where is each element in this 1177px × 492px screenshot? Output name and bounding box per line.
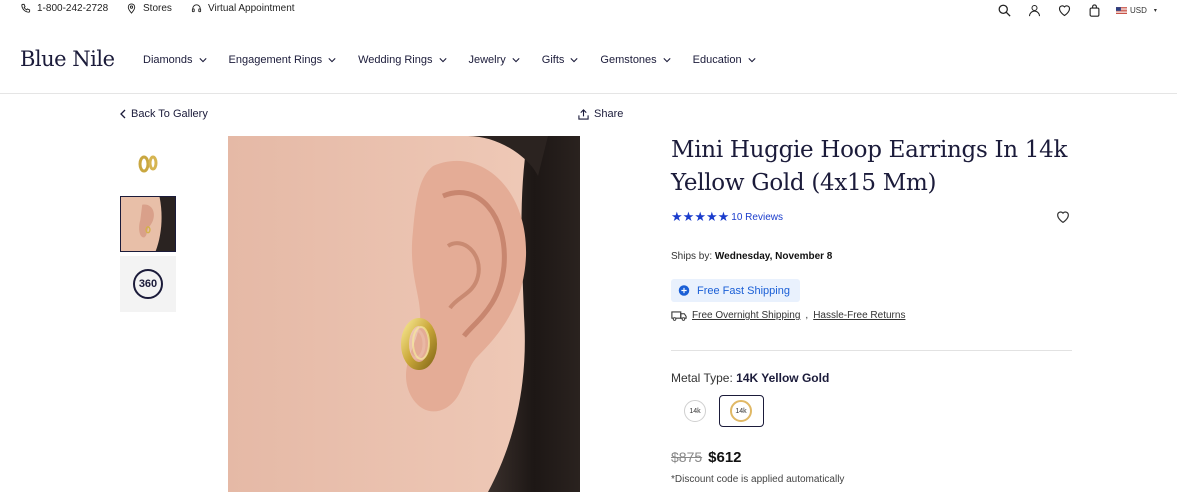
star-icon: ★ [705,209,718,224]
chevron-down-icon [748,58,756,63]
nav-item-diamonds[interactable]: Diamonds [143,54,207,66]
brand-logo[interactable]: Blue Nile [20,47,115,71]
phone-number: 1-800-242-2728 [37,3,109,14]
back-to-gallery-link[interactable]: Back To Gallery [120,108,208,120]
free-shipping-label: Free Fast Shipping [697,284,790,297]
nav-item-jewelry[interactable]: Jewelry [469,54,520,66]
product-main-image[interactable] [228,136,580,492]
metal-label: Metal Type: [671,371,733,385]
ships-by: Ships by: Wednesday, November 8 [671,251,832,262]
share-button[interactable]: Share [578,108,623,120]
price: $875 $612 [671,449,742,466]
search-button[interactable] [996,2,1012,18]
virtual-appointment-link[interactable]: Virtual Appointment [191,3,295,14]
truck-icon [671,311,687,321]
account-button[interactable] [1026,2,1042,18]
star-icon: ★ [682,209,695,224]
metal-swatch-white-gold[interactable]: 14k [684,400,706,422]
thumbnail-model[interactable] [120,196,176,252]
free-shipping-badge: Free Fast Shipping [671,279,800,302]
location-pin-icon [127,3,136,14]
nav-item-label: Education [692,54,742,66]
thumbnail-360-view[interactable]: 360 [120,256,176,312]
share-icon [578,108,589,120]
nav-item-gemstones[interactable]: Gemstones [600,54,671,66]
shopping-bag-icon [1089,3,1099,17]
heart-icon [1058,4,1070,16]
headset-icon [191,4,202,13]
header-actions: USD ▾ [996,2,1157,18]
back-label: Back To Gallery [131,108,208,120]
virtual-appointment-label: Virtual Appointment [208,3,295,14]
reviews-link[interactable]: 10 Reviews [731,212,783,223]
chevron-down-icon [512,58,520,63]
phone-icon [21,3,31,13]
user-icon [1028,4,1040,16]
chevron-down-icon [663,58,671,63]
nav-item-label: Gemstones [600,54,657,66]
share-label: Share [594,108,624,120]
nav-item-label: Jewelry [468,54,506,66]
star-icon: ★ [671,209,683,224]
chevron-down-icon [570,58,579,63]
nav-item-label: Wedding Rings [358,54,433,66]
rating[interactable]: ★ ★ ★ ★ ★ 10 Reviews [671,209,783,224]
heart-icon [1057,211,1069,224]
chevron-down-icon [328,58,336,63]
nav-item-label: Engagement Rings [228,54,323,66]
metal-swatch-yellow-gold[interactable]: 14k [730,400,752,422]
overnight-shipping-link[interactable]: Free Overnight Shipping [692,310,800,321]
ear-with-earring-image [228,136,580,492]
nav-item-wedding-rings[interactable]: Wedding Rings [358,54,447,66]
chevron-left-icon [120,109,126,119]
sale-price: $612 [708,449,742,466]
nav-item-engagement-rings[interactable]: Engagement Rings [229,54,337,66]
nav-item-education[interactable]: Education [693,54,756,66]
currency-selector[interactable]: USD [1130,6,1147,15]
shipping-returns-links: Free Overnight Shipping, Hassle-Free Ret… [671,310,905,321]
cart-button[interactable] [1086,2,1102,18]
nav-menu: Diamonds Engagement Rings Wedding Rings … [143,54,778,66]
nav-item-label: Gifts [541,54,565,66]
product-title: Mini Huggie Hoop Earrings In 14k Yellow … [671,137,1068,196]
metal-type: Metal Type: 14K Yellow Gold [671,371,829,385]
search-icon [998,4,1011,17]
star-icon: ★ [694,209,706,224]
fast-shipping-icon [678,285,690,296]
360-icon: 360 [133,269,163,299]
chevron-down-icon [438,58,447,63]
original-price: $875 [671,449,703,465]
ships-label: Ships by: [671,251,713,262]
thumbnail-product[interactable] [120,136,176,192]
model-thumbnail-image [121,197,175,251]
star-icon: ★ [717,209,730,224]
stores-label: Stores [143,3,172,14]
nav-item-gifts[interactable]: Gifts [542,54,579,66]
chevron-down-icon: ▾ [1153,7,1157,14]
us-flag-icon[interactable] [1116,5,1127,16]
utility-bar: 1-800-242-2728 Stores Virtual Appointmen… [0,0,1177,20]
divider [671,350,1072,351]
discount-note: *Discount code is applied automatically [671,474,845,485]
nav-item-label: Diamonds [143,54,193,66]
stores-link[interactable]: Stores [126,3,172,14]
main-navigation: Blue Nile Diamonds Engagement Rings Wedd… [0,38,1177,94]
ships-date: Wednesday, November 8 [714,251,833,262]
add-to-wishlist-button[interactable] [1055,209,1071,225]
phone-link[interactable]: 1-800-242-2728 [20,3,108,14]
returns-link[interactable]: Hassle-Free Returns [813,310,905,321]
metal-value: 14K Yellow Gold [736,371,830,385]
wishlist-button[interactable] [1056,2,1072,18]
earrings-thumbnail-image [138,155,158,173]
chevron-down-icon [198,58,207,63]
